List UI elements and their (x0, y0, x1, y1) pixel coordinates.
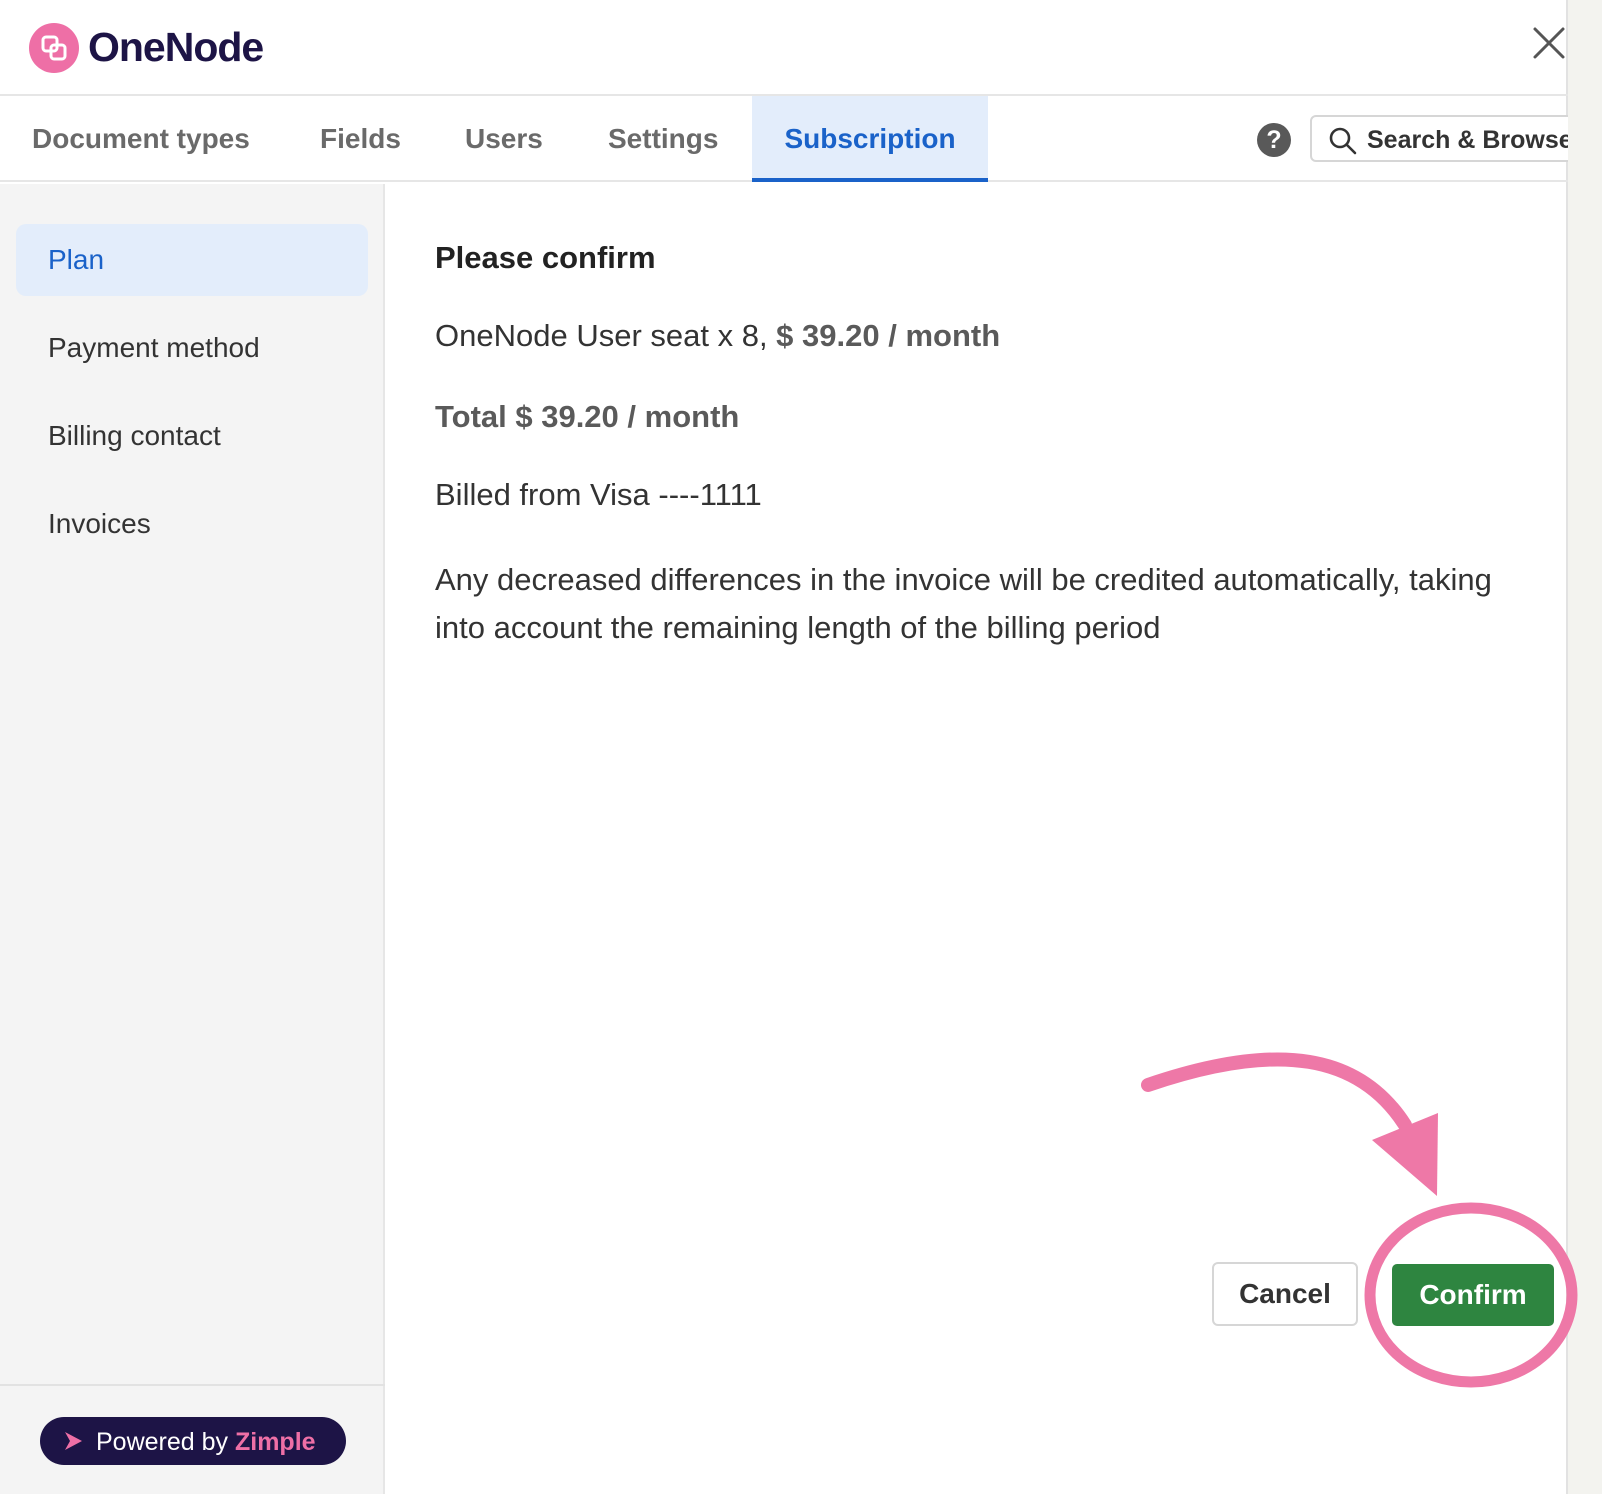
settings-dialog: OneNode Document types Fields Users Sett… (0, 0, 1580, 1494)
tab-fields[interactable]: Fields (320, 96, 401, 182)
billed-from-line: Billed from Visa ----1111 (435, 477, 762, 512)
confirm-heading: Please confirm (435, 240, 656, 275)
credit-note: Any decreased differences in the invoice… (435, 562, 1492, 645)
powered-by-label: Powered by (96, 1428, 229, 1456)
seat-line-label: OneNode User seat x 8, (435, 318, 777, 353)
total-line: Total $ 39.20 / month (435, 399, 740, 434)
background-strip (1568, 0, 1602, 1494)
onenode-logo-icon (29, 23, 79, 73)
zimple-brand-name: Zimple (234, 1428, 316, 1456)
help-icon[interactable]: ? (1257, 123, 1291, 157)
tab-settings[interactable]: Settings (608, 96, 718, 182)
cancel-button[interactable]: Cancel (1212, 1262, 1358, 1326)
dialog-header: OneNode (0, 0, 1568, 96)
powered-by-zimple-badge[interactable]: Powered by Zimple (40, 1417, 346, 1465)
close-icon (1533, 27, 1565, 59)
seat-line-price: $ 39.20 / month (776, 318, 1001, 353)
sidebar-item-invoices[interactable]: Invoices (16, 488, 368, 560)
sidebar-divider (0, 1384, 385, 1386)
tab-subscription[interactable]: Subscription (752, 96, 988, 182)
sidebar-item-payment-method[interactable]: Payment method (16, 312, 368, 384)
app-name: OneNode (88, 24, 264, 70)
tab-bar: Document types Fields Users Settings Sub… (0, 96, 1580, 182)
confirm-button[interactable]: Confirm (1392, 1264, 1554, 1326)
search-icon (1329, 127, 1357, 155)
search-browse-button[interactable]: Search & Browse (1310, 115, 1580, 162)
tab-document-types[interactable]: Document types (32, 96, 250, 182)
tab-users[interactable]: Users (465, 96, 543, 182)
search-browse-label: Search & Browse (1367, 126, 1573, 154)
close-button[interactable] (1532, 26, 1572, 66)
seat-line: OneNode User seat x 8, $ 39.20 / month (435, 318, 1000, 354)
zimple-logo-icon (65, 1432, 82, 1450)
sidebar-item-plan[interactable]: Plan (16, 224, 368, 296)
sidebar-item-billing-contact[interactable]: Billing contact (16, 400, 368, 472)
subscription-sidebar: Plan Payment method Billing contact Invo… (0, 184, 385, 1494)
